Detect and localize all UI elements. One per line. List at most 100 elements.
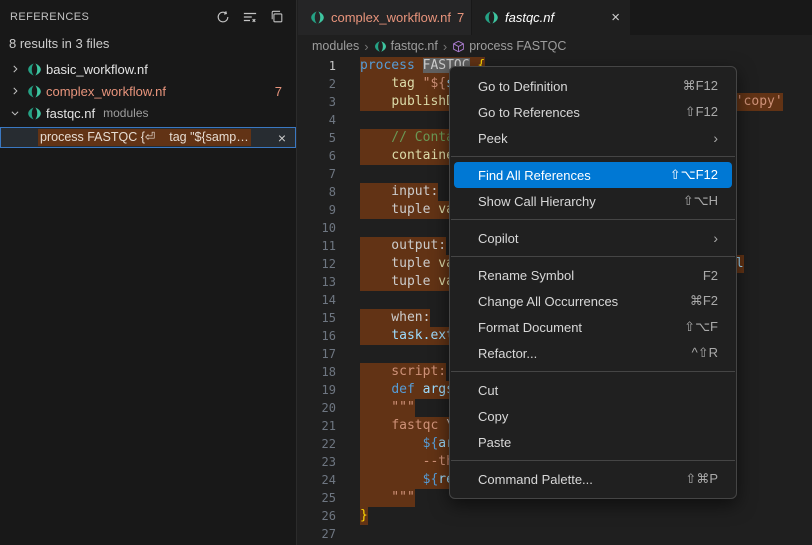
menu-item-find-all-references[interactable]: Find All References⇧⌥F12 bbox=[454, 162, 732, 188]
line-number: 2 bbox=[298, 75, 336, 93]
file-name: basic_workflow.nf bbox=[46, 62, 148, 77]
menu-item-shortcut: ^⇧R bbox=[692, 345, 718, 361]
line-number: 3 bbox=[298, 93, 336, 111]
menu-item-cut[interactable]: Cut bbox=[454, 377, 732, 403]
menu-item-label: Copy bbox=[478, 409, 718, 424]
nextflow-icon bbox=[484, 10, 499, 25]
menu-item-go-to-references[interactable]: Go to References⇧F12 bbox=[454, 99, 732, 125]
tab-complex-workflow[interactable]: complex_workflow.nf 7 bbox=[298, 0, 472, 35]
menu-item-peek[interactable]: Peek› bbox=[454, 125, 732, 151]
menu-item-copilot[interactable]: Copilot› bbox=[454, 225, 732, 251]
line-number: 9 bbox=[298, 201, 336, 219]
menu-item-label: Format Document bbox=[478, 320, 684, 335]
clear-all-icon[interactable] bbox=[241, 8, 259, 26]
menu-item-refactor[interactable]: Refactor...^⇧R bbox=[454, 340, 732, 366]
line-number: 19 bbox=[298, 381, 336, 399]
line-number: 24 bbox=[298, 471, 336, 489]
menu-item-shortcut: ⇧⌥F bbox=[684, 319, 718, 335]
chevron-right-icon[interactable] bbox=[7, 64, 23, 74]
line-number: 27 bbox=[298, 525, 336, 543]
submenu-arrow-icon: › bbox=[713, 130, 718, 146]
line-number: 18 bbox=[298, 363, 336, 381]
file-name: fastqc.nf bbox=[46, 106, 95, 121]
tab-fastqc[interactable]: fastqc.nf × bbox=[472, 0, 630, 35]
editor-tab-bar: complex_workflow.nf 7 fastqc.nf × bbox=[298, 0, 812, 35]
menu-item-label: Peek bbox=[478, 131, 713, 146]
tab-badge: 7 bbox=[457, 10, 464, 25]
reference-result-item[interactable]: process FASTQC {⏎ tag "${samp… × bbox=[0, 127, 296, 148]
line-number: 12 bbox=[298, 255, 336, 273]
reference-snippet: process FASTQC {⏎ tag "${samp… bbox=[38, 129, 251, 146]
breadcrumb-separator: › bbox=[443, 39, 447, 54]
code-line[interactable]: 27 bbox=[298, 525, 812, 543]
file-description: modules bbox=[103, 106, 148, 120]
menu-separator bbox=[451, 371, 735, 372]
editor-context-menu: Go to Definition⌘F12Go to References⇧F12… bbox=[449, 66, 737, 499]
code-line[interactable]: 26} bbox=[298, 507, 812, 525]
menu-separator bbox=[451, 256, 735, 257]
line-number: 20 bbox=[298, 399, 336, 417]
line-number: 8 bbox=[298, 183, 336, 201]
vscode-window: { "colors": { "kw": "#569cd6", "var": "#… bbox=[0, 0, 812, 545]
menu-item-go-to-definition[interactable]: Go to Definition⌘F12 bbox=[454, 73, 732, 99]
refresh-icon[interactable] bbox=[214, 8, 232, 26]
menu-item-copy[interactable]: Copy bbox=[454, 403, 732, 429]
nextflow-icon bbox=[27, 106, 42, 121]
nextflow-icon bbox=[310, 10, 325, 25]
copy-results-icon[interactable] bbox=[268, 8, 286, 26]
line-number: 5 bbox=[298, 129, 336, 147]
nextflow-icon bbox=[27, 84, 42, 99]
breadcrumb-separator: › bbox=[364, 39, 368, 54]
nextflow-icon bbox=[27, 62, 42, 77]
line-number: 17 bbox=[298, 345, 336, 363]
nextflow-icon bbox=[374, 40, 387, 53]
line-number: 4 bbox=[298, 111, 336, 129]
line-number: 1 bbox=[298, 57, 336, 75]
result-count-badge: 7 bbox=[275, 84, 282, 99]
file-name: complex_workflow.nf bbox=[46, 84, 166, 99]
references-panel-header: REFERENCES bbox=[0, 0, 296, 34]
line-number: 26 bbox=[298, 507, 336, 525]
line-content: fastqc \ bbox=[360, 417, 454, 435]
line-content: output: bbox=[360, 237, 446, 255]
menu-item-label: Copilot bbox=[478, 231, 713, 246]
breadcrumb-item-modules[interactable]: modules bbox=[312, 39, 359, 53]
line-number: 10 bbox=[298, 219, 336, 237]
menu-item-label: Command Palette... bbox=[478, 472, 685, 487]
line-content: """ bbox=[360, 399, 415, 417]
tab-label: complex_workflow.nf bbox=[331, 10, 451, 25]
chevron-down-icon[interactable] bbox=[7, 108, 23, 118]
file-result-row[interactable]: complex_workflow.nf 7 bbox=[0, 80, 296, 102]
menu-item-paste[interactable]: Paste bbox=[454, 429, 732, 455]
menu-item-shortcut: F2 bbox=[703, 268, 718, 283]
menu-item-rename-symbol[interactable]: Rename SymbolF2 bbox=[454, 262, 732, 288]
dismiss-result-icon[interactable]: × bbox=[278, 131, 286, 145]
line-number: 14 bbox=[298, 291, 336, 309]
symbol-cube-icon bbox=[452, 40, 465, 53]
chevron-right-icon[interactable] bbox=[7, 86, 23, 96]
menu-item-show-call-hierarchy[interactable]: Show Call Hierarchy⇧⌥H bbox=[454, 188, 732, 214]
tab-close-icon[interactable]: × bbox=[611, 10, 620, 25]
line-number: 7 bbox=[298, 165, 336, 183]
breadcrumb-item-symbol[interactable]: process FASTQC bbox=[452, 39, 566, 53]
line-number: 13 bbox=[298, 273, 336, 291]
file-result-row[interactable]: basic_workflow.nf bbox=[0, 58, 296, 80]
line-content: } bbox=[360, 507, 368, 525]
breadcrumb-item-file[interactable]: fastqc.nf bbox=[374, 39, 438, 53]
menu-item-label: Cut bbox=[478, 383, 718, 398]
menu-item-label: Change All Occurrences bbox=[478, 294, 690, 309]
tab-label: fastqc.nf bbox=[505, 10, 554, 25]
menu-item-format-document[interactable]: Format Document⇧⌥F bbox=[454, 314, 732, 340]
results-summary: 8 results in 3 files bbox=[0, 34, 296, 58]
menu-separator bbox=[451, 460, 735, 461]
menu-item-shortcut: ⇧F12 bbox=[685, 104, 718, 120]
file-result-row[interactable]: fastqc.nf modules bbox=[0, 102, 296, 124]
references-panel: REFERENCES 8 results in 3 files basic_wo… bbox=[0, 0, 297, 545]
menu-item-label: Rename Symbol bbox=[478, 268, 703, 283]
menu-item-label: Go to Definition bbox=[478, 79, 683, 94]
menu-item-command-palette[interactable]: Command Palette...⇧⌘P bbox=[454, 466, 732, 492]
menu-item-label: Refactor... bbox=[478, 346, 692, 361]
menu-item-change-all-occurrences[interactable]: Change All Occurrences⌘F2 bbox=[454, 288, 732, 314]
results-tree: basic_workflow.nf complex_workflow.nf 7 fas… bbox=[0, 58, 296, 124]
menu-item-shortcut: ⌘F2 bbox=[690, 293, 718, 309]
